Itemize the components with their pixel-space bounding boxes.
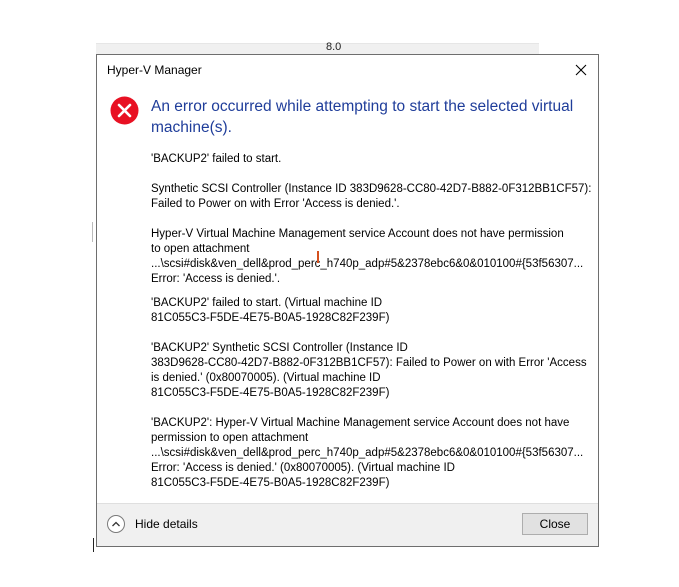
detail-line: 81C055C3-F5DE-4E75-B0A5-1928C82F239F): [151, 477, 390, 489]
detail-line: Error: 'Access is denied.'.: [151, 273, 281, 285]
error-icon: [110, 96, 139, 125]
detail-line: Failed to Power on with Error 'Access is…: [151, 198, 400, 210]
hide-details-toggle[interactable]: Hide details: [107, 515, 198, 533]
detail-paragraph: Hyper-V Virtual Machine Management servi…: [151, 227, 596, 287]
detail-line: to open attachment: [151, 243, 250, 255]
detail-line: 'BACKUP2' Synthetic SCSI Controller (Ins…: [151, 342, 408, 354]
detail-line: ...\scsi#disk&ven_dell&prod_perc_h740p_a…: [151, 258, 584, 270]
detail-paragraph: 'BACKUP2': Hyper-V Virtual Machine Manag…: [151, 416, 596, 491]
detail-paragraph: Synthetic SCSI Controller (Instance ID 3…: [151, 182, 596, 212]
background-version-text: 8.0: [326, 41, 342, 53]
detail-line: 81C055C3-F5DE-4E75-B0A5-1928C82F239F): [151, 387, 390, 399]
detail-line: ...\scsi#disk&ven_dell&prod_perc_h740p_a…: [151, 447, 584, 459]
hide-details-label: Hide details: [135, 517, 198, 531]
dialog-title: Hyper-V Manager: [107, 63, 202, 77]
close-button[interactable]: Close: [522, 513, 588, 535]
detail-line: 81C055C3-F5DE-4E75-B0A5-1928C82F239F): [151, 312, 390, 324]
background-text-cursor: [93, 538, 94, 552]
error-details: 'BACKUP2' failed to start. Synthetic SCS…: [151, 152, 596, 491]
detail-line: Error: 'Access is denied.' (0x80070005).…: [151, 462, 455, 474]
detail-line: 'BACKUP2' failed to start. (Virtual mach…: [151, 297, 383, 309]
detail-paragraph: 'BACKUP2' Synthetic SCSI Controller (Ins…: [151, 341, 596, 401]
detail-line: Synthetic SCSI Controller (Instance ID 3…: [151, 183, 592, 195]
text-cursor-marker: [317, 251, 319, 263]
detail-line: permission to open attachment: [151, 432, 309, 444]
detail-line: 'BACKUP2': Hyper-V Virtual Machine Manag…: [151, 417, 570, 429]
detail-line: 'BACKUP2' failed to start.: [151, 153, 282, 165]
detail-paragraph: 'BACKUP2' failed to start. (Virtual mach…: [151, 296, 596, 326]
main-instruction: An error occurred while attempting to st…: [151, 98, 574, 136]
close-icon: [575, 64, 587, 76]
titlebar-close-button[interactable]: [564, 55, 598, 85]
detail-paragraph: 'BACKUP2' failed to start.: [151, 152, 596, 167]
detail-line: 383D9628-CC80-42D7-B882-0F312BB1CF57): F…: [151, 357, 587, 369]
chevron-up-icon: [107, 515, 125, 533]
error-dialog: Hyper-V Manager An error occurred while …: [96, 54, 599, 547]
detail-line: is denied.' (0x80070005). (Virtual machi…: [151, 372, 381, 384]
dialog-footer: Hide details Close: [97, 503, 598, 546]
dialog-titlebar: Hyper-V Manager: [97, 55, 598, 85]
detail-line: Hyper-V Virtual Machine Management servi…: [151, 228, 564, 240]
